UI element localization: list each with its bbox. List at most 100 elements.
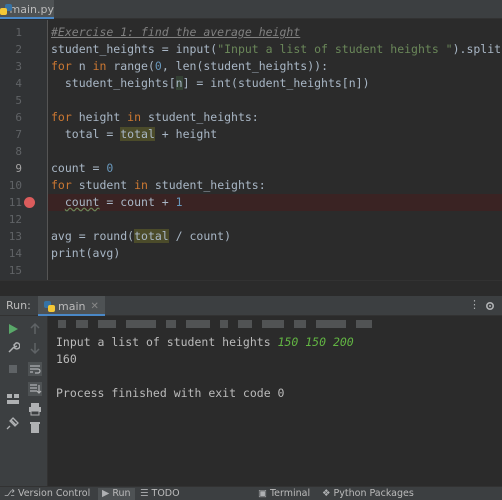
code-token: n [71, 59, 93, 73]
code-token: avg = round( [51, 229, 135, 243]
scroll-to-end-icon[interactable] [28, 382, 42, 396]
line-number[interactable]: 1 [0, 24, 22, 41]
line-number[interactable]: 12 [0, 211, 22, 228]
code-token: in [134, 178, 148, 192]
console-user-input: 150 150 200 [277, 335, 354, 349]
todo-button[interactable]: ☰ TODO [140, 488, 180, 500]
code-token: "Input a list of student heights " [217, 42, 453, 56]
list-icon: ☰ [140, 488, 149, 499]
code-token: count [64, 195, 100, 209]
soft-wrap-icon[interactable] [28, 362, 42, 376]
code-line[interactable] [48, 92, 502, 109]
line-number[interactable]: 10 [0, 177, 22, 194]
code-line[interactable]: count = 0 [48, 160, 502, 177]
packages-icon: ❖ [322, 488, 331, 499]
code-token: total [120, 127, 155, 141]
code-line[interactable] [48, 211, 502, 228]
line-number-gutter[interactable]: 1 2 3 4 5 6 7 8 9 10 11 12 13 14 15 [0, 20, 48, 280]
code-line[interactable]: print(avg) [48, 245, 502, 262]
code-editor[interactable]: #Exercise 1: find the average height stud… [48, 20, 502, 280]
code-line[interactable]: avg = round(total / count) [48, 228, 502, 245]
console-prompt-line: Input a list of student heights 150 150 … [56, 334, 354, 351]
code-token: print [51, 246, 86, 260]
code-line[interactable]: total = total + height [48, 126, 502, 143]
rerun-icon[interactable] [6, 322, 20, 336]
code-line[interactable]: for height in student_heights: [48, 109, 502, 126]
tab-main-py[interactable]: main.py [0, 0, 54, 19]
code-line[interactable]: #Exercise 1: find the average height [48, 24, 502, 41]
stop-icon[interactable] [6, 362, 20, 376]
arrow-up-icon[interactable] [28, 322, 42, 336]
code-token: = count + [99, 195, 176, 209]
code-token: = [85, 161, 107, 175]
code-token: ] = int(student_heights[n]) [182, 76, 370, 90]
code-token: total [51, 127, 100, 141]
layout-icon[interactable] [6, 392, 20, 406]
trash-icon[interactable] [28, 420, 42, 434]
tool-window-bar: ⎇ Version Control ▶ Run ☰ TODO ▣ Termina… [0, 486, 502, 500]
code-token: 1 [175, 195, 183, 209]
tab-label: main.py [9, 3, 54, 16]
code-line[interactable] [48, 262, 502, 279]
code-token: for [51, 110, 72, 124]
branch-icon: ⎇ [4, 488, 15, 499]
todo-label: TODO [151, 488, 180, 499]
wrench-icon[interactable] [6, 341, 20, 355]
terminal-button[interactable]: ▣ Terminal [258, 488, 310, 500]
code-token: student_heights = [51, 42, 176, 56]
gear-icon[interactable] [484, 300, 496, 312]
active-tab-indicator [0, 17, 54, 19]
code-token: 0 [154, 59, 162, 73]
version-control-button[interactable]: ⎇ Version Control [4, 488, 90, 500]
obscured-command-line [58, 320, 488, 330]
code-token: height [71, 110, 128, 124]
line-number[interactable]: 2 [0, 41, 22, 58]
run-tab-main[interactable]: main ✕ [38, 296, 105, 316]
arrow-down-icon[interactable] [28, 341, 42, 355]
code-token: student_heights: [141, 110, 259, 124]
pin-icon[interactable] [6, 416, 20, 430]
code-token: in [92, 59, 107, 73]
terminal-label: Terminal [269, 488, 311, 499]
line-number[interactable]: 3 [0, 58, 22, 75]
code-line[interactable] [48, 143, 502, 160]
line-number[interactable]: 5 [0, 92, 22, 109]
python-packages-button[interactable]: ❖ Python Packages [322, 488, 414, 500]
line-number[interactable]: 15 [0, 262, 22, 279]
code-token: (avg) [85, 246, 121, 260]
editor-empty-area [0, 280, 502, 296]
line-number[interactable]: 6 [0, 109, 22, 126]
version-control-label: Version Control [17, 488, 91, 499]
line-number[interactable]: 4 [0, 75, 22, 92]
code-token: in [127, 110, 142, 124]
line-number[interactable]: 8 [0, 143, 22, 160]
breakpoint-icon[interactable] [24, 197, 35, 208]
code-token: n [175, 76, 183, 90]
line-number[interactable]: 11 [0, 194, 22, 211]
code-token: count [51, 161, 86, 175]
code-line[interactable]: count = count + 1 [48, 194, 502, 211]
terminal-icon: ▣ [258, 488, 267, 499]
code-token: student [71, 178, 135, 192]
close-icon[interactable]: ✕ [90, 301, 98, 312]
code-line[interactable]: for n in range(0, len(student_heights)): [48, 58, 502, 75]
run-tool-button[interactable]: ▶ Run [98, 488, 135, 500]
code-token: input [175, 42, 211, 56]
console-prompt: Input a list of student heights [56, 335, 278, 349]
console-output: 160 [56, 352, 77, 366]
print-icon[interactable] [28, 402, 42, 416]
dots-menu-icon[interactable]: ⋮ [469, 298, 480, 311]
line-number[interactable]: 7 [0, 126, 22, 143]
code-token: range( [106, 59, 155, 73]
play-icon: ▶ [102, 488, 110, 499]
code-line[interactable]: student_heights = input("Input a list of… [48, 41, 502, 58]
line-number[interactable]: 14 [0, 245, 22, 262]
code-line[interactable]: for student in student_heights: [48, 177, 502, 194]
run-console[interactable]: Input a list of student heights 150 150 … [48, 316, 502, 486]
line-number[interactable]: 13 [0, 228, 22, 245]
code-line[interactable]: student_heights[n] = int(student_heights… [48, 75, 502, 92]
console-exit-message: Process finished with exit code 0 [56, 386, 285, 400]
editor-tab-bar: main.py [0, 0, 502, 19]
line-number[interactable]: 9 [0, 160, 22, 177]
